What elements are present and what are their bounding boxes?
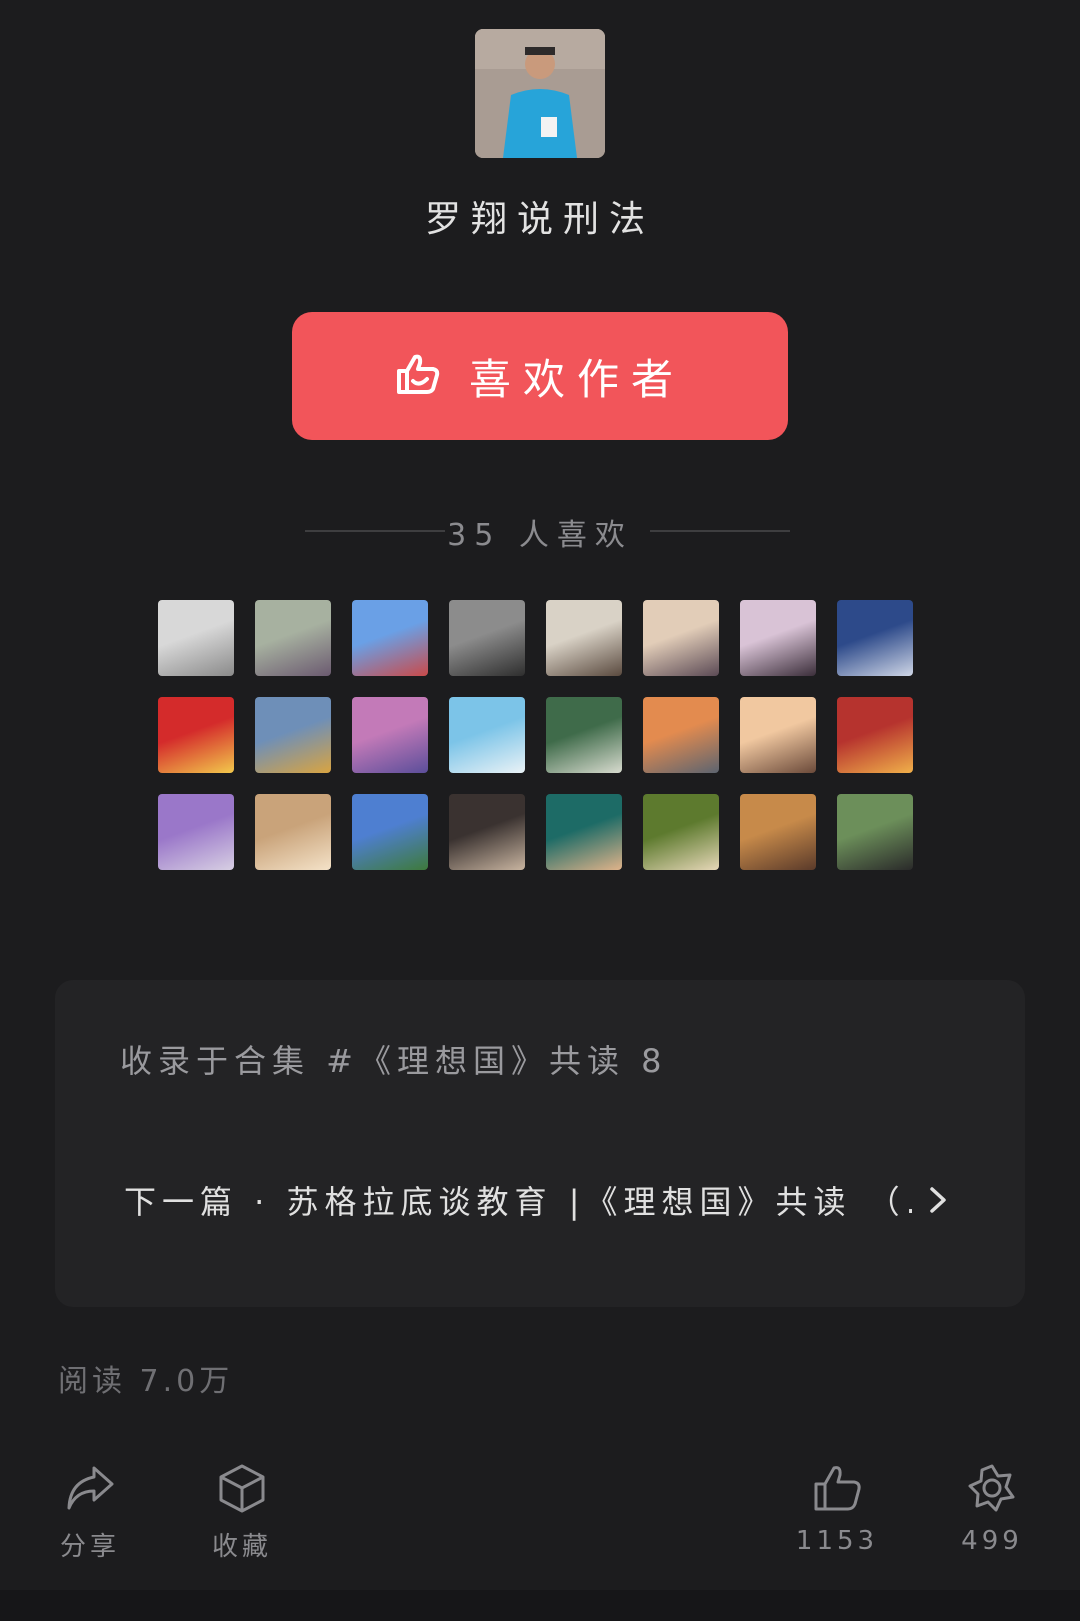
author-name[interactable]: 罗翔说刑法 <box>0 190 1080 242</box>
bottom-safe-area <box>0 1590 1080 1621</box>
liker-avatar[interactable] <box>255 697 331 773</box>
liker-avatar[interactable] <box>352 697 428 773</box>
author-avatar[interactable] <box>475 29 605 158</box>
like-author-button[interactable]: 喜欢作者 <box>292 312 788 440</box>
star-icon <box>968 1464 1015 1512</box>
chevron-right-icon <box>930 1187 946 1213</box>
collection-title[interactable]: 收录于合集 #《理想国》共读 8 <box>120 1036 668 1082</box>
liker-avatar[interactable] <box>643 794 719 870</box>
liker-avatar[interactable] <box>546 600 622 676</box>
liker-avatar[interactable] <box>449 600 525 676</box>
liker-avatar[interactable] <box>449 697 525 773</box>
share-icon <box>67 1466 114 1510</box>
liker-avatar[interactable] <box>352 600 428 676</box>
liker-avatar-grid <box>158 600 913 870</box>
thumbs-up-icon <box>814 1466 861 1511</box>
next-article-title: 下一篇 · 苏格拉底谈教育 |《理想国》共读 （... <box>124 1183 912 1221</box>
read-count: 阅读 7.0万 <box>58 1364 234 1399</box>
wow-count: 499 <box>961 1526 1023 1556</box>
collection-card <box>55 980 1025 1307</box>
favorite-label: 收藏 <box>211 1532 272 1562</box>
liker-avatar[interactable] <box>158 794 234 870</box>
like-button[interactable]: 1153 <box>777 1462 897 1556</box>
liker-avatar[interactable] <box>255 794 331 870</box>
liker-avatar[interactable] <box>158 600 234 676</box>
liker-avatar[interactable] <box>740 697 816 773</box>
liker-avatar[interactable] <box>255 600 331 676</box>
liker-avatar[interactable] <box>352 794 428 870</box>
favorite-button[interactable]: 收藏 <box>182 1462 302 1563</box>
like-author-label: 喜欢作者 <box>468 354 685 404</box>
share-label: 分享 <box>59 1532 120 1562</box>
liker-avatar[interactable] <box>449 794 525 870</box>
liker-avatar[interactable] <box>837 697 913 773</box>
liker-avatar[interactable] <box>546 697 622 773</box>
liker-avatar[interactable] <box>158 697 234 773</box>
likers-count: 35 人喜欢 <box>447 518 633 553</box>
liker-avatar[interactable] <box>643 697 719 773</box>
like-count: 1153 <box>795 1526 879 1556</box>
liker-avatar[interactable] <box>643 600 719 676</box>
cube-icon <box>219 1464 265 1513</box>
next-article-link[interactable]: 下一篇 · 苏格拉底谈教育 |《理想国》共读 （... <box>124 1175 954 1225</box>
thumbs-up-icon <box>395 351 441 401</box>
wow-button[interactable]: 499 <box>932 1462 1052 1556</box>
liker-avatar[interactable] <box>546 794 622 870</box>
share-button[interactable]: 分享 <box>30 1462 150 1563</box>
liker-avatar[interactable] <box>837 600 913 676</box>
liker-avatar[interactable] <box>837 794 913 870</box>
liker-avatar[interactable] <box>740 600 816 676</box>
liker-avatar[interactable] <box>740 794 816 870</box>
